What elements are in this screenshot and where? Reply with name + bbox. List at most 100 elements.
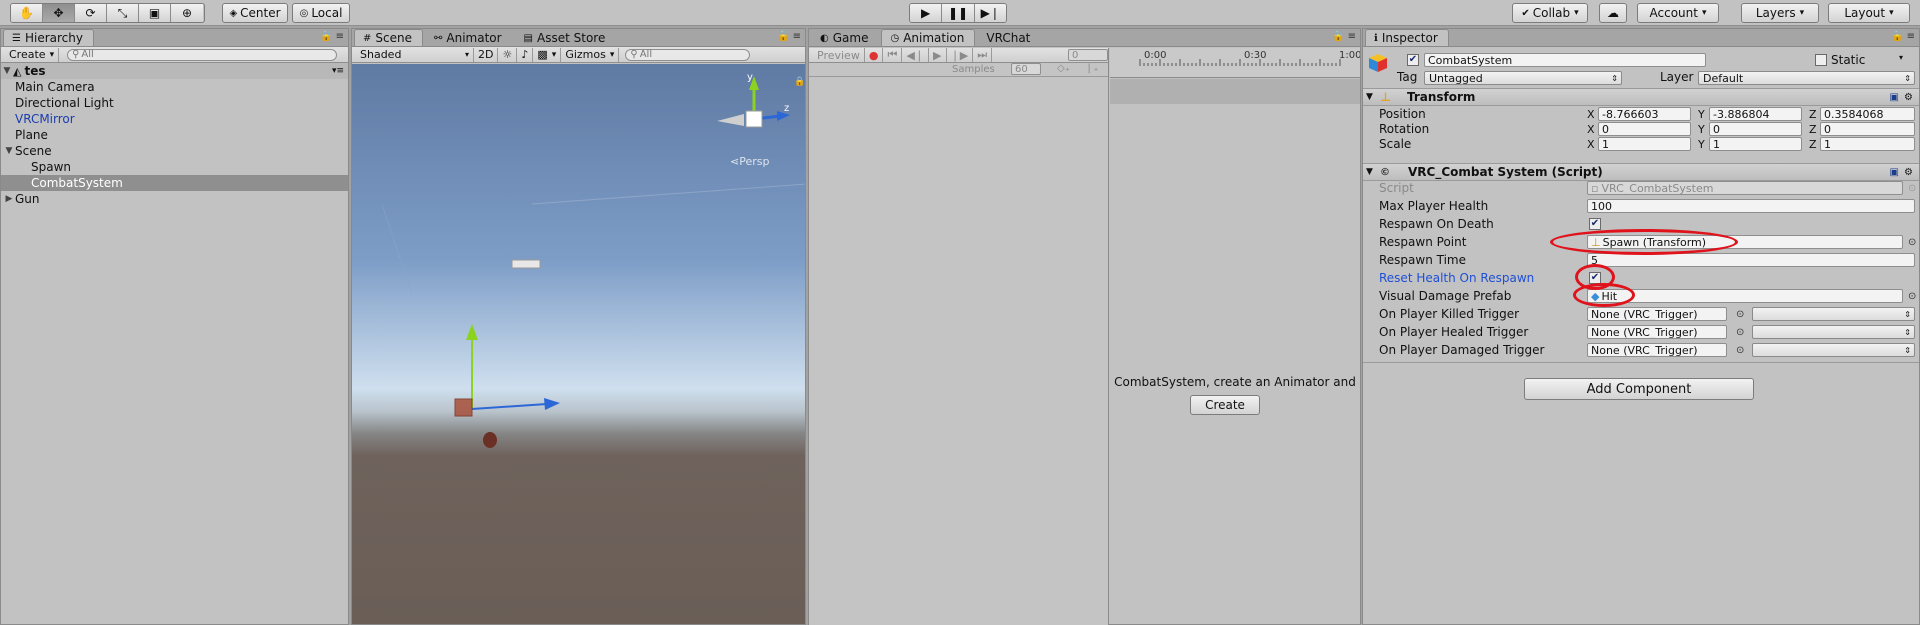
max-health-field[interactable]: 100 bbox=[1587, 199, 1915, 213]
axis-label-y[interactable]: Y bbox=[1698, 138, 1705, 151]
collapse-arrow-icon[interactable]: ▶ bbox=[3, 194, 15, 204]
scene-viewport[interactable]: y z 🔒 ⋖Persp bbox=[352, 64, 805, 624]
transform-tool-icon[interactable]: ⊕ bbox=[171, 4, 203, 22]
axis-label-z[interactable]: Z bbox=[1809, 108, 1817, 121]
orientation-gizmo[interactable]: y z bbox=[717, 72, 790, 128]
object-picker-icon[interactable]: ⊙ bbox=[1908, 237, 1916, 248]
tab-animator[interactable]: ⚯ Animator bbox=[425, 29, 513, 46]
scene-search-input[interactable]: ⚲ All bbox=[625, 48, 751, 61]
step-icon[interactable]: ▶❘ bbox=[974, 4, 1006, 22]
play-anim-icon[interactable]: ▶ bbox=[929, 48, 947, 62]
hierarchy-search-input[interactable]: ⚲ All bbox=[67, 48, 338, 61]
respawn-on-death-checkbox[interactable]: ✔ bbox=[1589, 218, 1601, 230]
transform-z-field[interactable]: 0.3584068 bbox=[1820, 107, 1915, 121]
damaged-trigger-method-dropdown[interactable]: ⇕ bbox=[1752, 343, 1915, 357]
gizmo-y-arrow[interactable] bbox=[466, 324, 478, 340]
hierarchy-item[interactable]: Plane bbox=[1, 127, 348, 143]
create-animator-button[interactable]: Create bbox=[1190, 395, 1260, 415]
panel-menu-icon[interactable]: 🔒 ≡ bbox=[777, 31, 801, 42]
tab-vrchat[interactable]: VRChat bbox=[977, 29, 1041, 46]
reset-health-checkbox[interactable]: ✔ bbox=[1589, 272, 1601, 284]
tab-asset-store[interactable]: ▤ Asset Store bbox=[515, 29, 617, 46]
scene-object-mirror[interactable] bbox=[511, 259, 541, 269]
axis-label-x[interactable]: X bbox=[1587, 123, 1595, 136]
foldout-arrow-icon[interactable]: ▼ bbox=[1366, 92, 1376, 102]
transform-z-field[interactable]: 0 bbox=[1820, 122, 1915, 136]
next-key-icon[interactable]: ❘▶ bbox=[947, 48, 974, 62]
pivot-local-button[interactable]: ◎ Local bbox=[292, 3, 350, 23]
pivot-center-button[interactable]: ◈ Center bbox=[222, 3, 288, 23]
gear-icon[interactable]: ⚙ bbox=[1904, 92, 1913, 103]
mode-2d-toggle[interactable]: 2D bbox=[474, 47, 499, 62]
object-picker-icon[interactable]: ⊙ bbox=[1736, 345, 1744, 356]
panel-menu-icon[interactable]: 🔒 ≡ bbox=[320, 31, 344, 42]
move-tool-icon[interactable]: ✥ bbox=[43, 4, 75, 22]
transform-z-field[interactable]: 1 bbox=[1820, 137, 1915, 151]
object-picker-icon[interactable]: ⊙ bbox=[1736, 309, 1744, 320]
axis-label-y[interactable]: Y bbox=[1698, 123, 1705, 136]
killed-trigger-method-dropdown[interactable]: ⇕ bbox=[1752, 307, 1915, 321]
scene-root-row[interactable]: ▼ ◭ tes ▾≡ bbox=[1, 63, 348, 79]
add-event-icon[interactable]: ❘₊ bbox=[1085, 63, 1099, 74]
chevron-down-icon[interactable]: ▾ bbox=[1899, 53, 1903, 62]
samples-field[interactable]: 60 bbox=[1011, 63, 1041, 75]
help-book-icon[interactable]: ▣ bbox=[1890, 167, 1899, 178]
hierarchy-item[interactable]: CombatSystem bbox=[1, 175, 348, 191]
expand-arrow-icon[interactable]: ▼ bbox=[1, 66, 13, 76]
help-book-icon[interactable]: ▣ bbox=[1890, 92, 1899, 103]
play-icon[interactable]: ▶ bbox=[910, 4, 943, 22]
layout-dropdown[interactable]: Layout ▾ bbox=[1828, 3, 1910, 23]
static-checkbox[interactable] bbox=[1815, 54, 1827, 66]
healed-trigger-field[interactable]: None (VRC_Trigger) bbox=[1587, 325, 1727, 339]
hierarchy-item[interactable]: Spawn bbox=[1, 159, 348, 175]
add-keyframe-icon[interactable]: ◇₊ bbox=[1057, 63, 1070, 74]
axis-label-x[interactable]: X bbox=[1587, 138, 1595, 151]
scale-tool-icon[interactable]: ⤡ bbox=[107, 4, 139, 22]
axis-label-y[interactable]: Y bbox=[1698, 108, 1705, 121]
gizmos-dropdown[interactable]: Gizmos ▾ bbox=[561, 47, 620, 62]
object-picker-icon[interactable]: ⊙ bbox=[1908, 291, 1916, 302]
healed-trigger-method-dropdown[interactable]: ⇕ bbox=[1752, 325, 1915, 339]
transform-header[interactable]: ▼ ⊥ Transform ▣ ⚙ bbox=[1363, 88, 1919, 106]
add-component-button[interactable]: Add Component bbox=[1524, 378, 1754, 400]
object-picker-icon[interactable]: ⊙ bbox=[1736, 327, 1744, 338]
tab-hierarchy[interactable]: ☰ Hierarchy bbox=[3, 29, 94, 46]
cloud-button[interactable]: ☁ bbox=[1599, 3, 1627, 23]
layers-dropdown[interactable]: Layers ▾ bbox=[1741, 3, 1819, 23]
tag-dropdown[interactable]: Untagged ⇕ bbox=[1424, 71, 1622, 85]
axis-label-x[interactable]: X bbox=[1587, 108, 1595, 121]
record-icon[interactable]: ● bbox=[865, 48, 884, 62]
frame-field[interactable]: 0 bbox=[1068, 49, 1108, 61]
layer-dropdown[interactable]: Default ⇕ bbox=[1698, 71, 1915, 85]
gear-icon[interactable]: ⚙ bbox=[1904, 167, 1913, 178]
scene-menu-icon[interactable]: ▾≡ bbox=[332, 66, 344, 76]
panel-menu-icon[interactable]: 🔒 ≡ bbox=[1891, 31, 1915, 42]
transform-x-field[interactable]: 0 bbox=[1598, 122, 1691, 136]
respawn-point-field[interactable]: ⊥ Spawn (Transform) bbox=[1587, 235, 1903, 249]
hierarchy-item[interactable]: Directional Light bbox=[1, 95, 348, 111]
visual-damage-field[interactable]: ◆ Hit bbox=[1587, 289, 1903, 303]
rect-tool-icon[interactable]: ▣ bbox=[139, 4, 171, 22]
preview-button[interactable]: Preview bbox=[813, 48, 865, 62]
prev-key-icon[interactable]: ◀❘ bbox=[902, 48, 930, 62]
tab-animation[interactable]: ◷ Animation bbox=[881, 29, 976, 46]
shading-dropdown[interactable]: Shaded ▾ bbox=[356, 47, 474, 62]
tab-game[interactable]: ◐ Game bbox=[811, 29, 879, 46]
persp-label[interactable]: ⋖Persp bbox=[730, 155, 769, 168]
transform-y-field[interactable]: -3.886804 bbox=[1709, 107, 1802, 121]
hierarchy-item[interactable]: Main Camera bbox=[1, 79, 348, 95]
pause-icon[interactable]: ❚❚ bbox=[942, 4, 975, 22]
transform-x-field[interactable]: 1 bbox=[1598, 137, 1691, 151]
create-dropdown[interactable]: Create ▾ bbox=[5, 47, 60, 62]
transform-x-field[interactable]: -8.766603 bbox=[1598, 107, 1691, 121]
effects-dropdown[interactable]: ▩ ▾ bbox=[533, 47, 562, 62]
transform-y-field[interactable]: 0 bbox=[1709, 122, 1802, 136]
timeline-ruler[interactable]: 0:00 0:30 1:00 bbox=[1110, 48, 1361, 78]
gizmo-center-handle[interactable] bbox=[454, 398, 473, 417]
account-dropdown[interactable]: Account ▾ bbox=[1637, 3, 1719, 23]
killed-trigger-field[interactable]: None (VRC_Trigger) bbox=[1587, 307, 1727, 321]
panel-menu-icon[interactable]: 🔒 ≡ bbox=[1332, 31, 1356, 42]
hand-tool-icon[interactable]: ✋ bbox=[11, 4, 43, 22]
expand-arrow-icon[interactable]: ▼ bbox=[3, 146, 15, 156]
foldout-arrow-icon[interactable]: ▼ bbox=[1366, 167, 1376, 177]
